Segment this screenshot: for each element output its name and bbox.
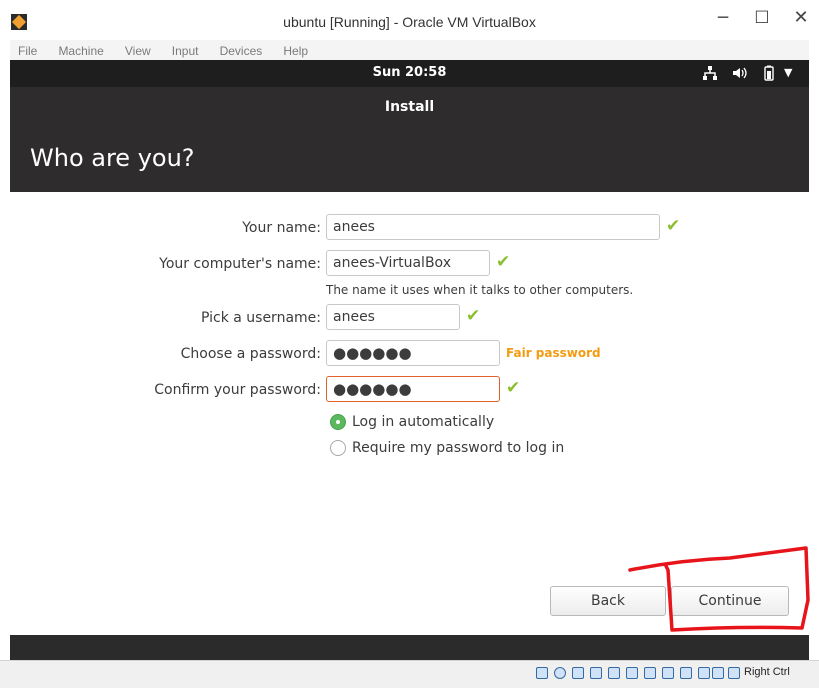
network-adapter-icon[interactable]: [590, 667, 602, 679]
name-check-icon: ✔: [666, 216, 681, 236]
continue-button[interactable]: Continue: [671, 586, 789, 616]
login-password-label[interactable]: Require my password to log in: [352, 440, 564, 456]
installer-header: Install Who are you?: [10, 87, 809, 192]
menu-bar: File Machine View Input Devices Help: [10, 40, 809, 61]
user-form: Your name: anees ✔ Your computer's name:…: [10, 192, 809, 635]
menu-view[interactable]: View: [125, 41, 151, 61]
menu-help[interactable]: Help: [283, 41, 308, 61]
menu-arrow-icon[interactable]: ▼: [784, 65, 792, 81]
display-icon[interactable]: [644, 667, 656, 679]
installer-title: Install: [384, 99, 435, 115]
cpu-icon[interactable]: [680, 667, 692, 679]
window-title: ubuntu [Running] - Oracle VM VirtualBox: [283, 14, 536, 30]
page-title: Who are you?: [30, 144, 195, 172]
usb-icon[interactable]: [608, 667, 620, 679]
computer-name-hint: The name it uses when it talks to other …: [326, 283, 634, 297]
network-icon[interactable]: [702, 65, 718, 86]
login-auto-label[interactable]: Log in automatically: [352, 414, 494, 430]
virtualbox-window: ubuntu [Running] - Oracle VM VirtualBox …: [0, 0, 819, 688]
battery-icon[interactable]: [762, 65, 776, 86]
login-password-radio[interactable]: [330, 440, 346, 456]
vm-status-bar: Right Ctrl: [0, 660, 819, 688]
minimize-button[interactable]: ─: [705, 6, 741, 30]
confirm-password-label: Confirm your password:: [154, 382, 321, 398]
name-label: Your name:: [242, 220, 321, 236]
window-title-bar[interactable]: ubuntu [Running] - Oracle VM VirtualBox …: [0, 0, 819, 40]
username-label: Pick a username:: [200, 310, 321, 326]
computer-name-input[interactable]: anees-VirtualBox: [326, 250, 490, 276]
audio-icon[interactable]: [572, 667, 584, 679]
mouse-integration-icon[interactable]: [712, 667, 724, 679]
menu-machine[interactable]: Machine: [58, 41, 103, 61]
name-input[interactable]: anees: [326, 214, 660, 240]
computer-name-check-icon: ✔: [496, 252, 511, 272]
virtualization-icon[interactable]: [698, 667, 710, 679]
confirm-password-input[interactable]: ●●●●●●: [326, 376, 500, 402]
host-key-arrow-icon[interactable]: [728, 667, 740, 679]
username-input[interactable]: anees: [326, 304, 460, 330]
hard-disk-icon[interactable]: [536, 667, 548, 679]
installer-bottom-bar: [10, 635, 809, 660]
volume-icon[interactable]: [731, 65, 747, 86]
optical-drive-icon[interactable]: [554, 667, 566, 679]
close-button[interactable]: ✕: [783, 6, 819, 30]
login-auto-radio[interactable]: [330, 414, 346, 430]
computer-name-label: Your computer's name:: [159, 256, 321, 272]
ubuntu-top-bar: Sun 20:58 ▼: [10, 60, 809, 87]
menu-devices[interactable]: Devices: [220, 41, 263, 61]
back-button[interactable]: Back: [550, 586, 666, 616]
clock[interactable]: Sun 20:58: [10, 65, 809, 80]
menu-input[interactable]: Input: [172, 41, 199, 61]
menu-file[interactable]: File: [18, 41, 37, 61]
password-label: Choose a password:: [180, 346, 321, 362]
maximize-button[interactable]: ☐: [744, 6, 780, 30]
video-capture-icon[interactable]: [662, 667, 674, 679]
guest-screen: Sun 20:58 ▼ Install Who are you? Your na…: [10, 60, 809, 660]
host-key-label: Right Ctrl: [744, 666, 790, 678]
password-strength: Fair password: [506, 346, 601, 360]
username-check-icon: ✔: [466, 306, 481, 326]
confirm-check-icon: ✔: [506, 378, 521, 398]
password-input[interactable]: ●●●●●●: [326, 340, 500, 366]
shared-folders-icon[interactable]: [626, 667, 638, 679]
